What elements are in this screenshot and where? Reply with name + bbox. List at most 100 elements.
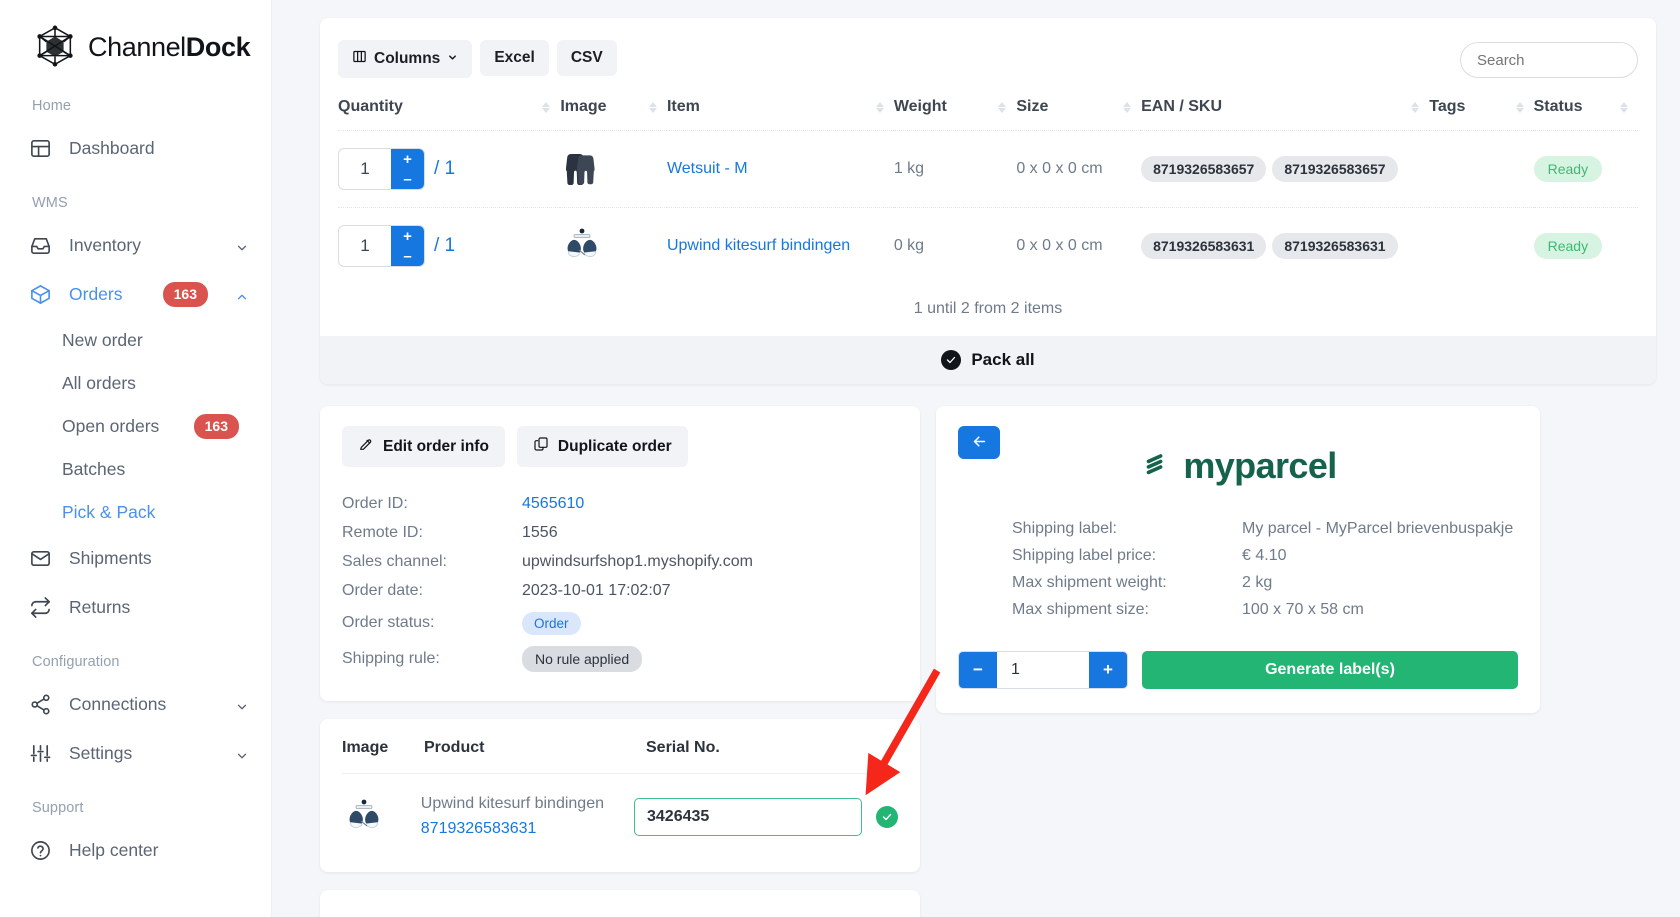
serial-product-ean[interactable]: 8719326583631 xyxy=(421,817,634,842)
sidebar-item-returns[interactable]: Returns xyxy=(0,583,271,632)
cell-weight: 1 kg xyxy=(893,130,1017,208)
quantity-plus-minus[interactable]: + – xyxy=(391,226,424,266)
serial-col-serial: Serial No. xyxy=(646,739,720,756)
sidebar-item-batches[interactable]: Batches xyxy=(0,448,271,491)
sidebar-item-help-center[interactable]: Help center xyxy=(0,826,271,875)
shipping-label-key: Shipping label: xyxy=(1012,519,1117,537)
quantity-stepper[interactable]: 1 + – xyxy=(338,225,425,267)
label-quantity-increment[interactable]: + xyxy=(1089,652,1127,688)
cell-quantity: 1 + – / 1 xyxy=(338,207,561,284)
serial-cell-image xyxy=(342,795,421,839)
back-button[interactable] xyxy=(958,426,1000,459)
sort-icon[interactable] xyxy=(1515,101,1524,113)
cell-ean-sku: 8719326583657 8719326583657 xyxy=(1141,130,1430,208)
columns-icon xyxy=(352,49,367,69)
sidebar-item-pick-and-pack[interactable]: Pick & Pack xyxy=(0,491,271,534)
sidebar-item-dashboard[interactable]: Dashboard xyxy=(0,124,271,173)
quantity-decrement-button[interactable]: – xyxy=(391,169,424,189)
serial-number-input[interactable] xyxy=(634,797,862,836)
main-content: Columns Excel CSV Quantity Image xyxy=(272,0,1680,917)
pack-all-button[interactable]: Pack all xyxy=(320,336,1656,384)
quantity-value[interactable]: 1 xyxy=(339,226,391,266)
sidebar-section-configuration: Configuration xyxy=(32,654,120,670)
sort-icon[interactable] xyxy=(1620,101,1628,113)
sidebar-item-all-orders[interactable]: All orders xyxy=(0,362,271,405)
sidebar-item-label: Help center xyxy=(69,840,159,860)
items-table: Quantity Image Item Weight Size EAN / SK… xyxy=(338,98,1638,284)
chevron-down-icon[interactable] xyxy=(235,698,249,712)
label-quantity-value[interactable]: 1 xyxy=(997,652,1089,688)
sort-icon[interactable] xyxy=(1123,101,1132,113)
quantity-increment-button[interactable]: + xyxy=(391,226,424,246)
order-id-row: Order ID: 4565610 xyxy=(342,489,898,518)
duplicate-order-button[interactable]: Duplicate order xyxy=(516,426,688,467)
generate-labels-button[interactable]: Generate label(s) xyxy=(1142,651,1518,689)
question-icon xyxy=(28,839,52,863)
sidebar-item-open-orders[interactable]: Open orders 163 xyxy=(0,405,271,448)
max-shipment-size-value: 100 x 70 x 58 cm xyxy=(1242,600,1364,618)
sidebar-item-connections[interactable]: Connections xyxy=(0,680,271,729)
col-tags[interactable]: Tags xyxy=(1429,98,1533,131)
csv-export-button[interactable]: CSV xyxy=(556,40,617,76)
sidebar-item-settings[interactable]: Settings xyxy=(0,729,271,778)
lower-panels: Edit order info Duplicate order Order ID… xyxy=(320,406,1656,917)
col-status[interactable]: Status xyxy=(1534,98,1638,131)
chevron-up-icon[interactable] xyxy=(235,288,249,302)
quantity-increment-button[interactable]: + xyxy=(391,149,424,169)
cell-image xyxy=(560,130,667,208)
app-root: ChannelDock Home Dashboard WMS Inventory… xyxy=(0,0,1680,917)
cell-weight: 0 kg xyxy=(893,207,1017,284)
serial-number-card: Image Product Serial No. Upwind kitesurf… xyxy=(320,719,920,872)
quantity-plus-minus[interactable]: + – xyxy=(391,149,424,189)
sort-icon[interactable] xyxy=(1411,101,1420,113)
ean-pill: 8719326583657 xyxy=(1141,156,1267,182)
sidebar-item-new-order[interactable]: New order xyxy=(0,319,271,362)
sort-icon[interactable] xyxy=(875,101,884,113)
sort-icon[interactable] xyxy=(648,101,657,113)
sidebar-item-label: Inventory xyxy=(69,235,141,255)
quantity-stepper[interactable]: 1 + – xyxy=(338,148,425,190)
col-quantity[interactable]: Quantity xyxy=(338,98,560,131)
chevron-down-icon[interactable] xyxy=(235,747,249,761)
search-input[interactable] xyxy=(1460,42,1638,78)
remote-id-value: 1556 xyxy=(522,523,558,541)
sidebar-item-inventory[interactable]: Inventory xyxy=(0,221,271,270)
cell-quantity: 1 + – / 1 xyxy=(338,130,561,208)
excel-export-button[interactable]: Excel xyxy=(480,40,549,76)
quantity-decrement-button[interactable]: – xyxy=(391,246,424,266)
quantity-value[interactable]: 1 xyxy=(339,149,391,189)
sidebar-item-label: Open orders xyxy=(62,416,160,436)
sliders-icon xyxy=(28,742,52,766)
sidebar-item-orders[interactable]: Orders 163 xyxy=(0,270,271,319)
col-weight[interactable]: Weight xyxy=(894,98,1017,131)
chevron-down-icon[interactable] xyxy=(235,239,249,253)
sidebar-item-label: All orders xyxy=(62,373,136,393)
shipping-carrier-column: myparcel Shipping label: My parcel - MyP… xyxy=(936,406,1540,713)
sales-channel-value: upwindsurfshop1.myshopify.com xyxy=(522,552,753,570)
item-link[interactable]: Wetsuit - M xyxy=(667,160,748,177)
brand-logo-area[interactable]: ChannelDock xyxy=(0,0,271,76)
col-image[interactable]: Image xyxy=(560,98,667,131)
cell-item: Wetsuit - M xyxy=(666,130,894,208)
columns-button[interactable]: Columns xyxy=(338,40,473,78)
sidebar-item-shipments[interactable]: Shipments xyxy=(0,534,271,583)
item-link[interactable]: Upwind kitesurf bindingen xyxy=(667,237,850,254)
col-size[interactable]: Size xyxy=(1016,98,1141,131)
pack-all-label: Pack all xyxy=(971,350,1035,369)
label-quantity-stepper[interactable]: − 1 + xyxy=(958,651,1128,689)
col-ean-sku[interactable]: EAN / SKU xyxy=(1141,98,1429,131)
col-item[interactable]: Item xyxy=(667,98,894,131)
sales-channel-row: Sales channel: upwindsurfshop1.myshopify… xyxy=(342,547,898,576)
sidebar: ChannelDock Home Dashboard WMS Inventory… xyxy=(0,0,272,917)
myparcel-card: myparcel Shipping label: My parcel - MyP… xyxy=(936,406,1540,713)
label-quantity-decrement[interactable]: − xyxy=(959,652,997,688)
myparcel-mark-icon xyxy=(1139,447,1173,486)
quantity-total: / 1 xyxy=(434,235,456,256)
cell-item: Upwind kitesurf bindingen xyxy=(666,207,894,284)
order-id-value[interactable]: 4565610 xyxy=(522,495,584,513)
returns-icon xyxy=(28,596,52,620)
max-shipment-weight-row: Max shipment weight: 2 kg xyxy=(1012,569,1518,596)
sort-icon[interactable] xyxy=(998,101,1007,113)
sort-icon[interactable] xyxy=(542,101,551,113)
edit-order-info-button[interactable]: Edit order info xyxy=(342,426,505,467)
